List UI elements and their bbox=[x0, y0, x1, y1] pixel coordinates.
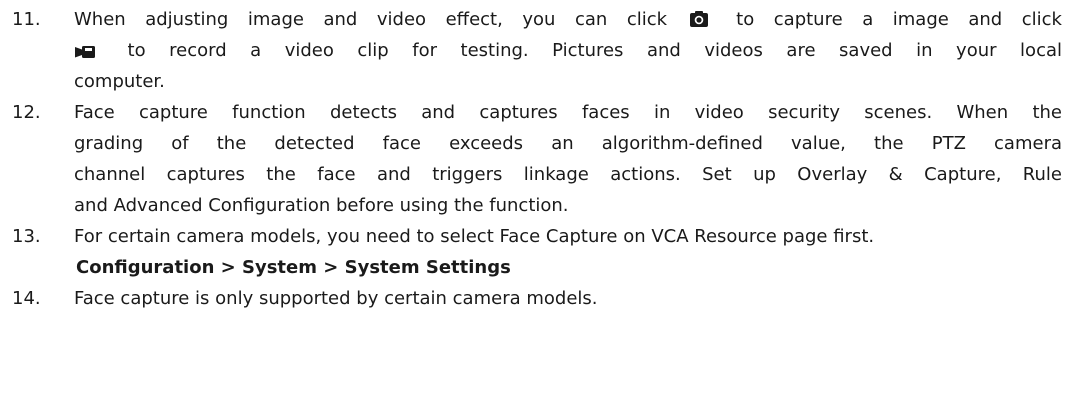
list-item-body: For certain camera models, you need to s… bbox=[74, 221, 1062, 283]
item-12-line-4: and Advanced Configuration before using … bbox=[74, 195, 569, 216]
document-page: 11. When adjusting image and video effec… bbox=[0, 0, 1077, 411]
item-12-line-1: Face capture function detects and captur… bbox=[74, 102, 1062, 123]
list-item-body: Face capture is only supported by certai… bbox=[74, 283, 1062, 314]
item-11-line-1: When adjusting image and video effect, y… bbox=[74, 4, 1062, 35]
list-item-body: Face capture function detects and captur… bbox=[74, 97, 1062, 221]
list-number: 13. bbox=[12, 226, 41, 247]
list-item-14: 14. Face capture is only supported by ce… bbox=[12, 283, 1062, 314]
list-number: 11. bbox=[12, 9, 41, 30]
item-12-line-2: grading of the detected face exceeds an … bbox=[74, 133, 1062, 154]
camera-icon bbox=[689, 7, 709, 35]
item-14-line-1: Face capture is only supported by certai… bbox=[74, 288, 598, 309]
list-item-12: 12. Face capture function detects and ca… bbox=[12, 97, 1062, 221]
video-camera-icon bbox=[74, 38, 96, 66]
item-11-line-2: to record a video clip for testing. Pict… bbox=[74, 35, 1062, 66]
list-item-body: When adjusting image and video effect, y… bbox=[74, 4, 1062, 97]
item-12-line-3: channel captures the face and triggers l… bbox=[74, 164, 1062, 185]
item-11-line-3: computer. bbox=[74, 71, 165, 92]
menu-path: Configuration > System > System Settings bbox=[76, 257, 511, 278]
list-number: 14. bbox=[12, 288, 41, 309]
list-item-13: 13. For certain camera models, you need … bbox=[12, 221, 1062, 283]
list-number: 12. bbox=[12, 102, 41, 123]
item-13-line-1: For certain camera models, you need to s… bbox=[74, 226, 875, 247]
list-item-11: 11. When adjusting image and video effec… bbox=[12, 4, 1062, 97]
